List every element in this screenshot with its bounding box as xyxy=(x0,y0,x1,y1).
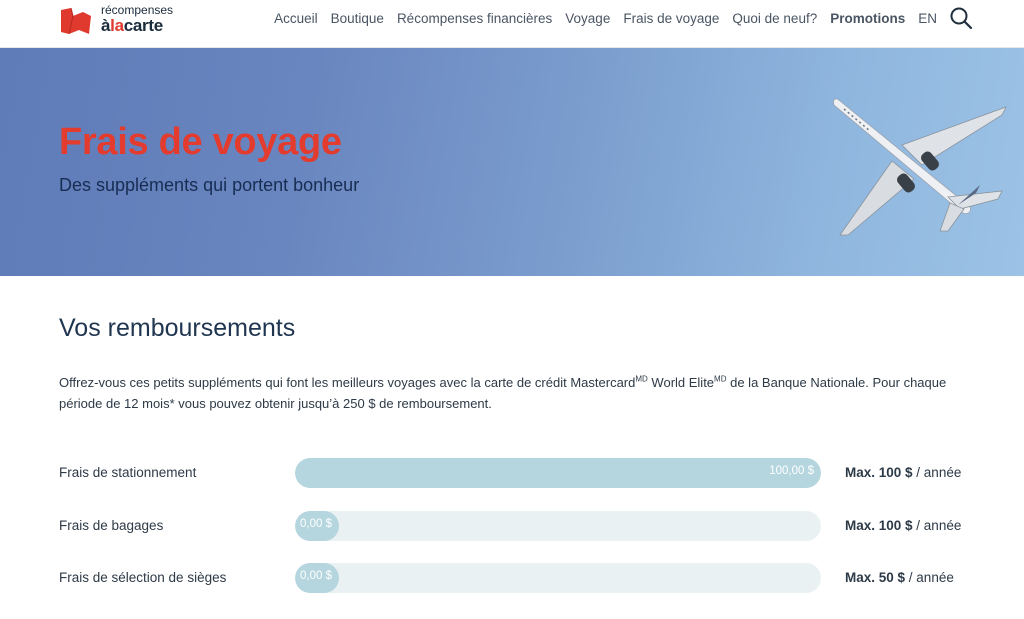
nav-item-voyage[interactable]: Voyage xyxy=(565,11,610,26)
row-max: Max. 100 $ / année xyxy=(845,465,962,480)
progress-track: 0,00 $ xyxy=(295,563,821,593)
reimbursement-row-parking: Frais de stationnement 100,00 $ Max. 100… xyxy=(59,458,979,488)
nav-item-frais-de-voyage[interactable]: Frais de voyage xyxy=(623,11,719,26)
row-label: Frais de sélection de sièges xyxy=(59,570,227,585)
intro-paragraph: Offrez-vous ces petits suppléments qui f… xyxy=(59,374,947,411)
progress-value: 0,00 $ xyxy=(300,570,332,582)
reimbursement-row-baggage: Frais de bagages 0,00 $ Max. 100 $ / ann… xyxy=(59,511,979,541)
progress-value: 0,00 $ xyxy=(300,518,332,530)
progress-fill: 0,00 $ xyxy=(295,511,339,541)
site-header: récompenses àlacarte Accueil Boutique Ré… xyxy=(0,0,1024,48)
nav-item-recompenses-financieres[interactable]: Récompenses financières xyxy=(397,11,552,26)
progress-value: 100,00 $ xyxy=(769,465,814,477)
search-icon[interactable] xyxy=(949,6,973,30)
row-label: Frais de bagages xyxy=(59,518,164,533)
hero-title: Frais de voyage xyxy=(59,121,342,163)
nav-item-quoi-de-neuf[interactable]: Quoi de neuf? xyxy=(732,11,817,26)
maple-flag-icon xyxy=(59,4,93,38)
logo-text-top: récompenses xyxy=(101,3,174,17)
nav-item-accueil[interactable]: Accueil xyxy=(274,11,318,26)
trademark-sup: MD xyxy=(714,374,727,384)
nav-item-boutique[interactable]: Boutique xyxy=(331,11,384,26)
trademark-sup: MD xyxy=(635,374,648,384)
progress-fill: 100,00 $ xyxy=(295,458,821,488)
airplane-image xyxy=(830,93,1010,238)
hero-banner: Frais de voyage Des suppléments qui port… xyxy=(0,48,1024,276)
progress-fill: 0,00 $ xyxy=(295,563,339,593)
progress-track: 0,00 $ xyxy=(295,511,821,541)
row-label: Frais de stationnement xyxy=(59,465,197,480)
language-toggle[interactable]: EN xyxy=(918,11,937,26)
section-title: Vos remboursements xyxy=(59,314,296,342)
progress-track: 100,00 $ xyxy=(295,458,821,488)
logo-text-bottom: àlacarte xyxy=(101,16,163,35)
reimbursement-row-seats: Frais de sélection de sièges 0,00 $ Max.… xyxy=(59,563,979,593)
main-nav: Accueil Boutique Récompenses financières… xyxy=(274,0,1024,36)
nav-item-promotions[interactable]: Promotions xyxy=(830,11,905,26)
row-max: Max. 100 $ / année xyxy=(845,518,962,533)
row-max: Max. 50 $ / année xyxy=(845,570,954,585)
hero-subtitle: Des suppléments qui portent bonheur xyxy=(59,175,360,195)
logo[interactable]: récompenses àlacarte xyxy=(59,3,173,43)
